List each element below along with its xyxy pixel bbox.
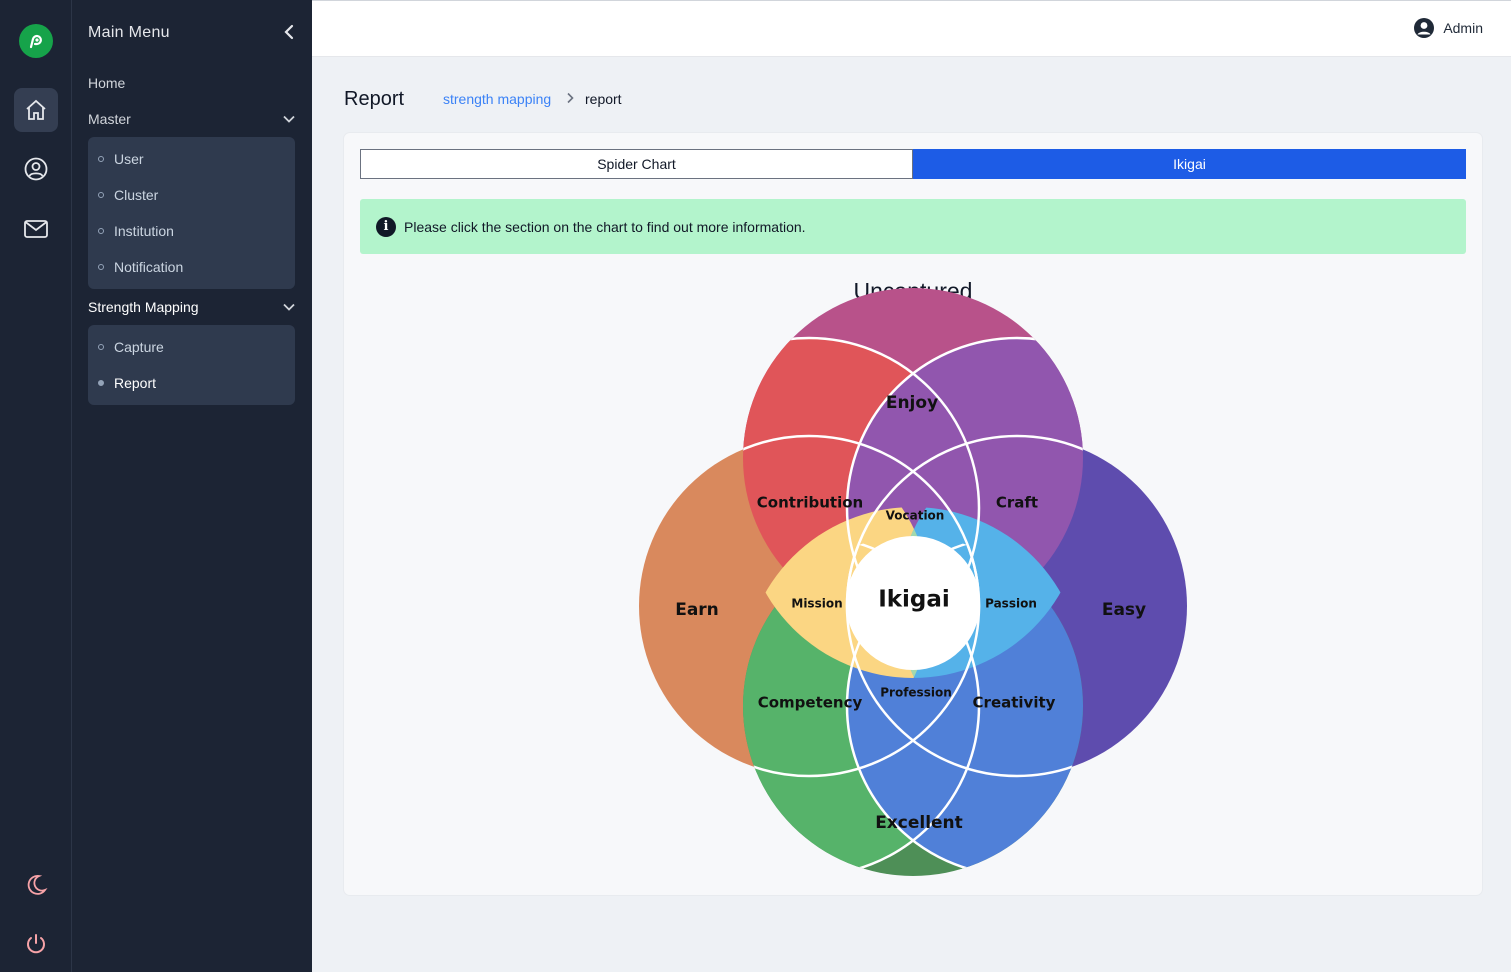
label-mission: Mission xyxy=(791,597,842,611)
top-bar: Admin xyxy=(312,0,1511,57)
main-menu: Main Menu Home Master User Cluster Insti… xyxy=(72,0,312,972)
report-card: Spider Chart Ikigai i Please click the s… xyxy=(344,133,1482,895)
submenu-item-user[interactable]: User xyxy=(98,151,144,167)
strength-submenu: Capture Report xyxy=(88,325,295,405)
mail-icon[interactable] xyxy=(14,207,58,251)
submenu-label: Report xyxy=(114,375,157,391)
submenu-label: Institution xyxy=(114,223,174,239)
label-excellent: Excellent xyxy=(875,813,963,833)
ikigai-chart: Enjoy Earn Easy Excellent Contribution C… xyxy=(639,288,1187,876)
label-profession: Profession xyxy=(880,686,952,700)
label-craft: Craft xyxy=(996,494,1038,512)
user-menu[interactable]: Admin xyxy=(1413,17,1483,39)
label-earn: Earn xyxy=(675,600,719,620)
menu-group-label: Master xyxy=(88,111,131,127)
chevron-down-icon xyxy=(283,303,295,311)
submenu-label: Notification xyxy=(114,259,184,275)
bullet-icon xyxy=(98,380,104,386)
bullet-icon xyxy=(98,344,104,350)
icon-rail xyxy=(0,0,72,972)
bullet-icon xyxy=(98,264,104,270)
label-contribution: Contribution xyxy=(757,494,863,512)
submenu-item-capture[interactable]: Capture xyxy=(98,339,164,355)
master-submenu: User Cluster Institution Notification xyxy=(88,137,295,289)
label-passion: Passion xyxy=(985,597,1037,611)
home-icon[interactable] xyxy=(14,88,58,132)
bullet-icon xyxy=(98,228,104,234)
label-easy: Easy xyxy=(1102,600,1146,620)
chevron-down-icon xyxy=(283,115,295,123)
submenu-label: Capture xyxy=(114,339,164,355)
label-ikigai: Ikigai xyxy=(878,587,950,613)
submenu-item-report[interactable]: Report xyxy=(98,375,156,391)
label-vocation: Vocation xyxy=(886,509,945,523)
label-creativity: Creativity xyxy=(973,694,1056,712)
breadcrumb-current: report xyxy=(585,91,622,107)
submenu-label: Cluster xyxy=(114,187,159,203)
label-competency: Competency xyxy=(758,694,863,712)
breadcrumb-link[interactable]: strength mapping xyxy=(443,91,551,107)
menu-group-strength-mapping[interactable]: Strength Mapping xyxy=(88,299,295,315)
chevron-left-icon[interactable] xyxy=(277,20,301,44)
power-icon[interactable] xyxy=(14,922,58,966)
submenu-label: User xyxy=(114,151,144,167)
bullet-icon xyxy=(98,156,104,162)
menu-group-label: Strength Mapping xyxy=(88,299,199,315)
submenu-item-notification[interactable]: Notification xyxy=(98,259,183,275)
user-circle-icon[interactable] xyxy=(14,147,58,191)
label-enjoy: Enjoy xyxy=(886,393,938,413)
menu-item-home[interactable]: Home xyxy=(88,75,125,91)
moon-icon[interactable] xyxy=(14,863,58,907)
bullet-icon xyxy=(98,192,104,198)
submenu-item-cluster[interactable]: Cluster xyxy=(98,187,158,203)
user-name: Admin xyxy=(1443,20,1483,36)
logo-icon[interactable] xyxy=(19,24,53,58)
submenu-item-institution[interactable]: Institution xyxy=(98,223,174,239)
page-title: Report xyxy=(344,88,405,110)
menu-group-master[interactable]: Master xyxy=(88,111,295,127)
menu-title: Main Menu xyxy=(88,24,170,41)
chevron-right-icon xyxy=(567,92,574,104)
user-avatar-icon xyxy=(1414,18,1435,38)
